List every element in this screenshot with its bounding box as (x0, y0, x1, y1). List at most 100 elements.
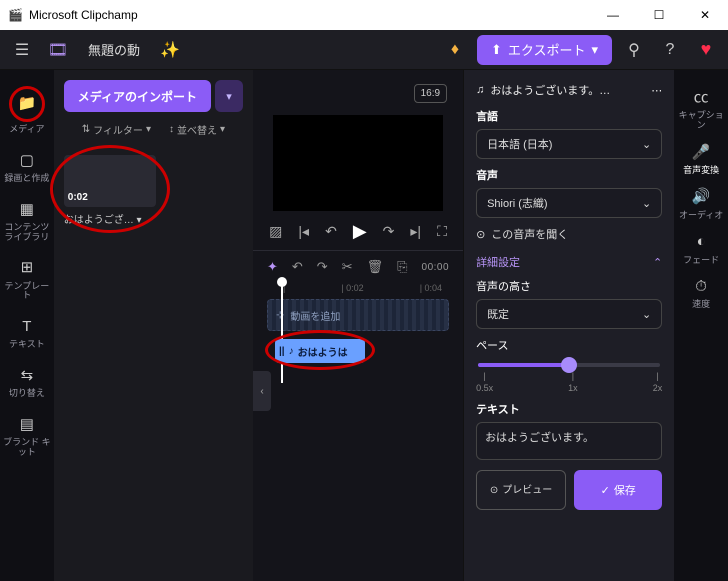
voice-select[interactable]: Shiori (志織)⌄ (476, 188, 662, 218)
aspect-ratio[interactable]: 16:9 (414, 84, 447, 103)
more-icon[interactable]: ⋯ (651, 84, 662, 97)
media-clip[interactable]: 0:02 おはようござ… ▾ (64, 155, 156, 226)
titlebar: 🎬 Microsoft Clipchamp — ☐ ✕ (0, 0, 728, 30)
video-track[interactable]: ⊹ 動画を追加 (267, 299, 449, 331)
rail-tts[interactable]: 🎤音声変換 (676, 137, 726, 182)
time-ruler: | | 0:02 | 0:04 (267, 283, 449, 293)
advanced-header[interactable]: 詳細設定⌃ (476, 254, 662, 270)
language-select[interactable]: 日本語 (日本)⌄ (476, 129, 662, 159)
undo-icon[interactable]: ↶ (292, 259, 303, 275)
pace-label: ペース (476, 337, 662, 353)
menu-icon[interactable]: ☰ (8, 36, 36, 64)
library-icon: ▦ (17, 200, 37, 220)
transport-controls: ▨ |◂ ↶ ▶ ↷ ▸| ⛶ (253, 221, 463, 242)
annotation-ring (50, 145, 170, 233)
brand-icon: 🎞 (44, 36, 72, 64)
project-name[interactable]: 無題の動 (80, 36, 148, 63)
rail-audio[interactable]: 🔊オーディオ (676, 182, 726, 227)
tts-text-input[interactable]: おはようございます。 (476, 422, 662, 460)
text-label: テキスト (476, 401, 662, 417)
voice-label: 音声 (476, 167, 662, 183)
preview-button[interactable]: ⊙プレビュー (476, 470, 566, 510)
timeline[interactable]: | | 0:02 | 0:04 ⊹ 動画を追加 || ♪ おはようは (253, 283, 463, 383)
rail-record[interactable]: ▢録画と作成 (2, 145, 52, 190)
rail-caption[interactable]: ㏄キャプション (676, 82, 726, 137)
rail-template[interactable]: ⊞テンプレート (2, 253, 52, 308)
listen-button[interactable]: ⊙この音声を聞く (476, 226, 662, 242)
save-button[interactable]: ✓保存 (574, 470, 662, 510)
rail-library[interactable]: ▦コンテンツライブラリ (2, 194, 52, 249)
filter-button[interactable]: ⇅ フィルター ▾ (82, 122, 151, 137)
media-panel: メディアのインポート ▾ ⇅ フィルター ▾ ↕ 並べ替え ▾ 0:02 おはよ… (54, 70, 253, 581)
check-icon: ✓ (601, 484, 610, 497)
video-preview (273, 115, 443, 211)
chevron-down-icon: ⌄ (642, 308, 651, 321)
help-icon[interactable]: ? (656, 36, 684, 64)
annotation-ring (265, 330, 375, 370)
props-title: ♫ おはようございます。… ⋯ (476, 82, 662, 98)
slider-thumb[interactable] (561, 357, 577, 373)
playhead[interactable] (281, 283, 283, 383)
camera-icon: ▢ (17, 151, 37, 171)
step-fwd-icon[interactable]: ↷ (383, 223, 395, 240)
upload-icon: ⬆ (491, 42, 502, 58)
app-icon: 🎬 (8, 8, 23, 22)
premium-icon[interactable]: ♦ (441, 36, 469, 64)
music-icon: ♫ (476, 84, 484, 96)
rail-brand[interactable]: ▤ブランド キット (2, 409, 52, 464)
minimize-button[interactable]: — (590, 0, 636, 30)
ai-icon[interactable]: ✦ (267, 259, 278, 275)
rail-text[interactable]: Tテキスト (2, 311, 52, 356)
chevron-down-icon: ⌄ (642, 138, 651, 151)
step-back-icon[interactable]: ↶ (325, 223, 337, 240)
export-button[interactable]: ⬆ エクスポート ▾ (477, 35, 612, 65)
chevron-down-icon: ⌄ (642, 197, 651, 210)
effects-icon[interactable]: ✨ (156, 36, 184, 64)
sort-button[interactable]: ↕ 並べ替え ▾ (169, 122, 225, 137)
properties-panel: ♫ おはようございます。… ⋯ 言語 日本語 (日本)⌄ 音声 Shiori (… (463, 70, 674, 581)
audio-clip[interactable]: || ♪ おはようは (275, 339, 365, 363)
pace-slider[interactable] (478, 363, 660, 367)
center-area: 16:9 ▨ |◂ ↶ ▶ ↷ ▸| ⛶ ‹ ✦ ↶ ↷ ✂ 🗑 ⎘ 00:00… (253, 70, 463, 581)
trim-icon[interactable]: ▨ (269, 223, 282, 240)
heart-icon[interactable]: ♥ (692, 36, 720, 64)
rail-fade[interactable]: ◐フェード (676, 227, 726, 272)
speed-icon: ⏱ (691, 277, 711, 297)
pitch-select[interactable]: 既定⌄ (476, 299, 662, 329)
app-title: Microsoft Clipchamp (29, 8, 138, 22)
skip-end-icon[interactable]: ▸| (410, 223, 421, 240)
rail-media[interactable]: 📁 メディア (2, 80, 52, 141)
folder-icon: 📁 (9, 86, 45, 122)
marker-icon[interactable]: ⎘ (397, 259, 407, 275)
cut-icon[interactable]: ✂ (342, 259, 353, 275)
brandkit-icon: ▤ (17, 415, 37, 435)
left-rail: 📁 メディア ▢録画と作成 ▦コンテンツライブラリ ⊞テンプレート Tテキスト … (0, 70, 54, 581)
trash-icon[interactable]: 🗑 (367, 259, 384, 275)
right-rail: ㏄キャプション 🎤音声変換 🔊オーディオ ◐フェード ⏱速度 (674, 70, 728, 581)
import-caret[interactable]: ▾ (215, 80, 243, 112)
template-icon: ⊞ (17, 259, 37, 279)
play-circle-icon: ⊙ (476, 228, 485, 241)
redo-icon[interactable]: ↷ (317, 259, 328, 275)
pace-ticks: |0.5x |1x |2x (476, 371, 662, 393)
chevron-down-icon: ▾ (591, 42, 598, 58)
fade-icon: ◐ (691, 233, 711, 253)
maximize-button[interactable]: ☐ (636, 0, 682, 30)
skip-start-icon[interactable]: |◂ (298, 223, 309, 240)
cc-icon: ㏄ (691, 88, 711, 108)
close-button[interactable]: ✕ (682, 0, 728, 30)
rail-speed[interactable]: ⏱速度 (676, 271, 726, 316)
pitch-label: 音声の高さ (476, 278, 662, 294)
audio-track[interactable]: || ♪ おはようは (267, 335, 449, 367)
share-icon[interactable]: ⚲ (620, 36, 648, 64)
fullscreen-icon[interactable]: ⛶ (437, 223, 447, 240)
topbar: ☰ 🎞 無題の動 ✨ ♦ ⬆ エクスポート ▾ ⚲ ? ♥ (0, 30, 728, 70)
import-media-button[interactable]: メディアのインポート (64, 80, 211, 112)
play-button[interactable]: ▶ (353, 221, 367, 242)
text-icon: T (17, 317, 37, 337)
transition-icon: ⇆ (17, 366, 37, 386)
timecode: 00:00 (422, 262, 450, 273)
language-label: 言語 (476, 108, 662, 124)
rail-transition[interactable]: ⇆切り替え (2, 360, 52, 405)
mic-icon: 🎤 (691, 143, 711, 163)
